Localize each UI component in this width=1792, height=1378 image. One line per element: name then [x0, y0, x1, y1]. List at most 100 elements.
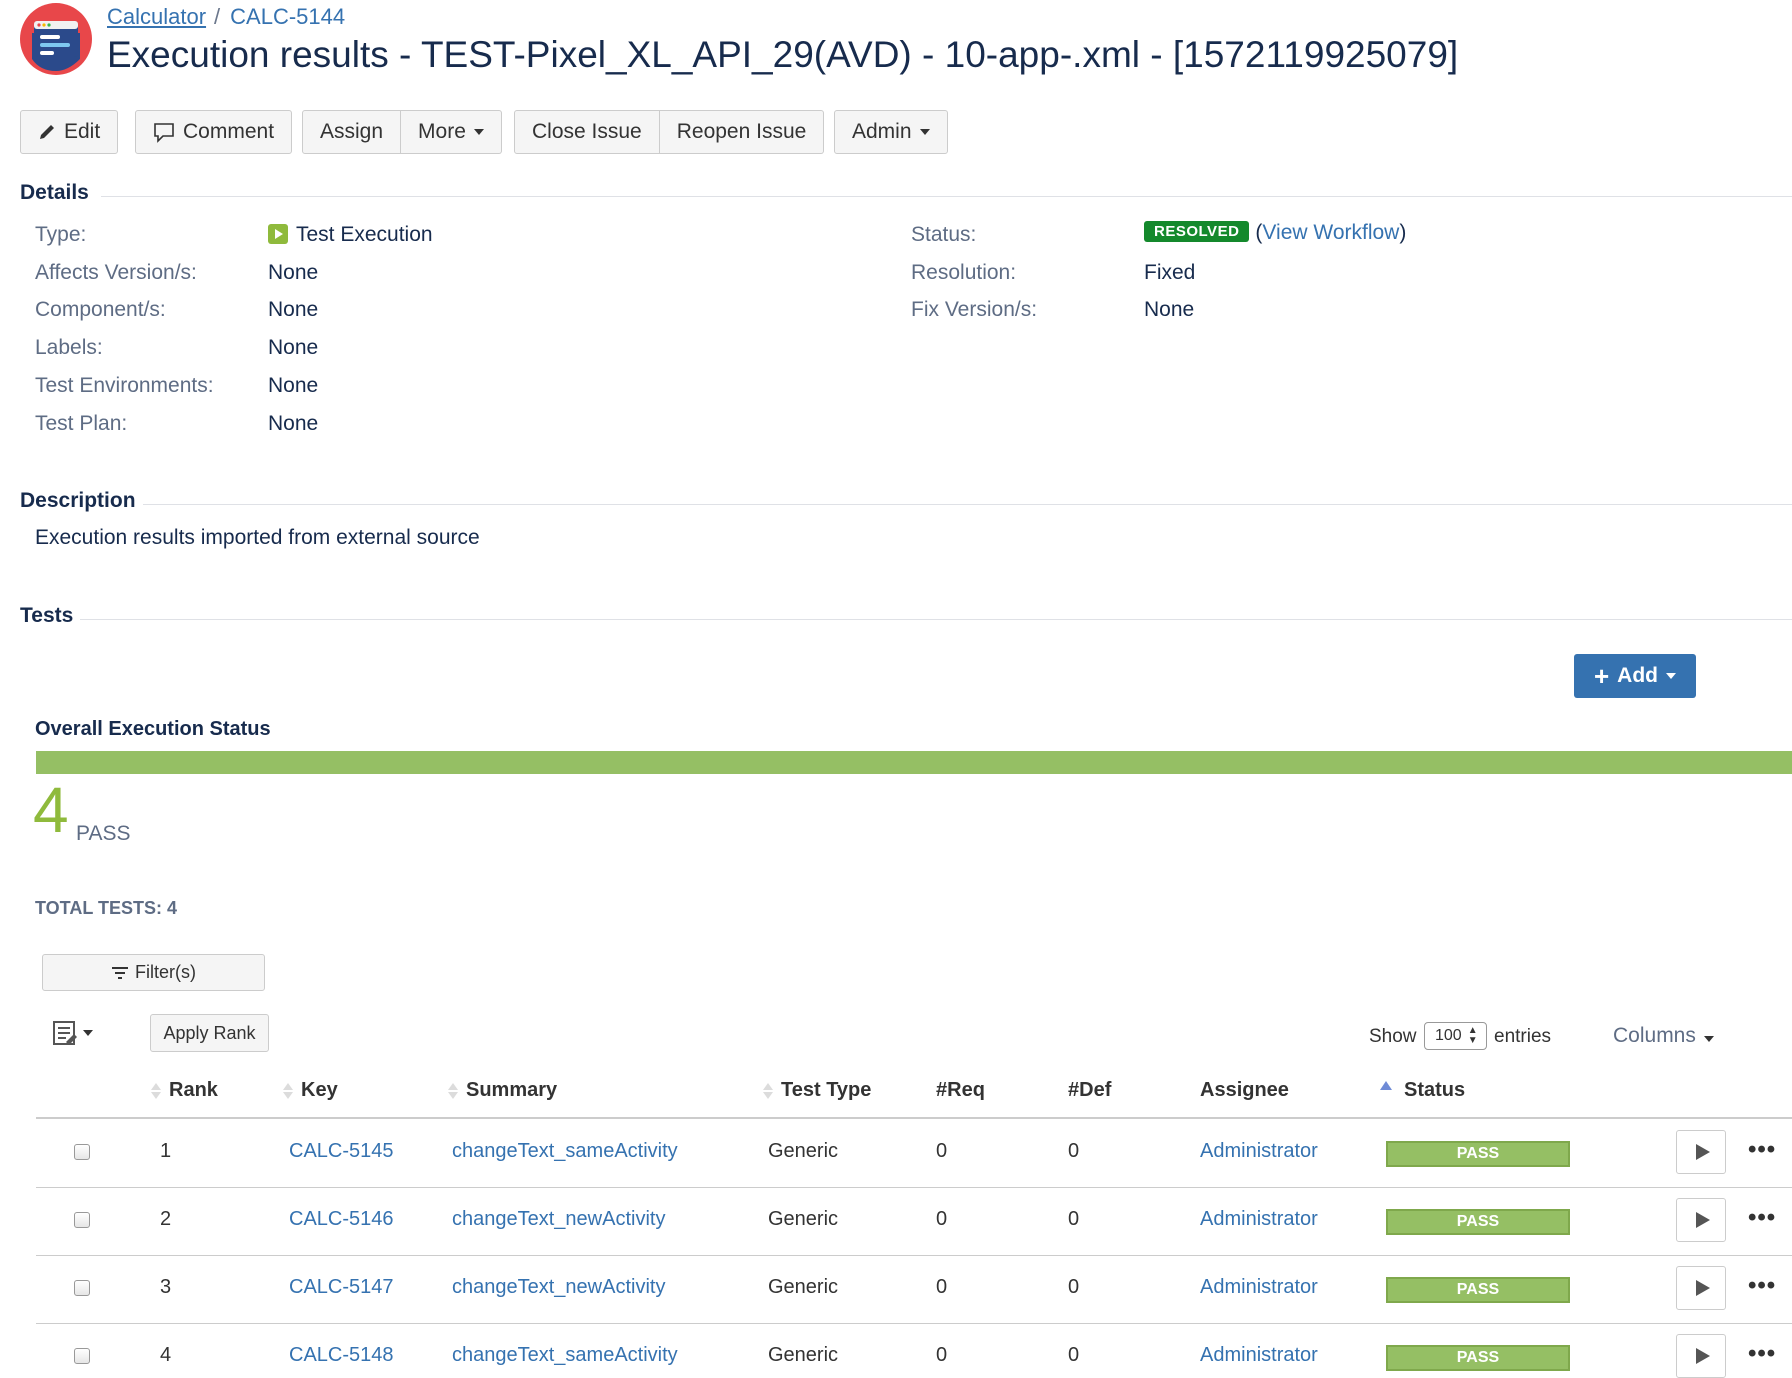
test-environments-label: Test Environments: [35, 374, 214, 397]
row-run-button[interactable] [1676, 1266, 1726, 1310]
row-checkbox[interactable] [74, 1144, 90, 1160]
summary-header-label: Summary [466, 1079, 558, 1101]
show-label: Show [1369, 1026, 1417, 1047]
row-more-actions-icon[interactable]: ••• [1748, 1272, 1776, 1300]
sort-icon [448, 1082, 458, 1099]
workflow-group: Close Issue Reopen Issue [514, 110, 825, 154]
row-test-type: Generic [768, 1276, 839, 1298]
affects-version-label: Affects Version/s: [35, 261, 197, 284]
edit-label: Edit [64, 120, 101, 143]
row-checkbox[interactable] [74, 1280, 90, 1296]
column-header-rank[interactable]: Rank [151, 1079, 218, 1102]
status-label: Status: [911, 223, 977, 246]
row-more-actions-icon[interactable]: ••• [1748, 1340, 1776, 1368]
row-summary-link[interactable]: changeText_newActivity [452, 1208, 665, 1231]
row-run-button[interactable] [1676, 1130, 1726, 1174]
row-summary-link[interactable]: changeText_sameActivity [452, 1140, 678, 1163]
row-key-link[interactable]: CALC-5145 [289, 1140, 394, 1163]
sort-icon [763, 1082, 773, 1099]
row-divider [36, 1323, 1792, 1324]
more-button[interactable]: More [401, 110, 502, 154]
filter-button[interactable]: Filter(s) [42, 954, 265, 991]
plus-icon: + [1593, 660, 1610, 691]
row-status-badge: PASS [1386, 1277, 1570, 1303]
row-rank: 2 [160, 1208, 172, 1230]
column-header-assignee: Assignee [1200, 1079, 1289, 1101]
column-header-test-type[interactable]: Test Type [763, 1079, 871, 1102]
apply-rank-button[interactable]: Apply Rank [150, 1014, 269, 1052]
column-header-key[interactable]: Key [283, 1079, 338, 1102]
chevron-down-icon [1666, 673, 1676, 679]
row-req-count: 0 [936, 1208, 948, 1230]
resolution-label: Resolution: [911, 261, 1017, 284]
edit-button[interactable]: Edit [20, 110, 119, 154]
row-def-count: 0 [1068, 1276, 1080, 1298]
row-rank: 1 [160, 1140, 172, 1162]
row-assignee-link[interactable]: Administrator [1200, 1344, 1318, 1367]
row-def-count: 0 [1068, 1140, 1080, 1162]
row-summary-link[interactable]: changeText_sameActivity [452, 1344, 678, 1367]
rank-header-label: Rank [169, 1079, 218, 1101]
columns-label: Columns [1613, 1024, 1696, 1047]
row-divider [36, 1187, 1792, 1188]
row-checkbox[interactable] [74, 1212, 90, 1228]
overall-status-heading: Overall Execution Status [35, 718, 271, 740]
row-more-actions-icon[interactable]: ••• [1748, 1136, 1776, 1164]
type-value: Test Execution [268, 223, 433, 247]
pencil-icon [40, 125, 54, 139]
column-header-summary[interactable]: Summary [448, 1079, 557, 1102]
page-title: Execution results - TEST-Pixel_XL_API_29… [107, 34, 1459, 75]
row-more-actions-icon[interactable]: ••• [1748, 1204, 1776, 1232]
chevron-down-icon [919, 129, 930, 135]
row-req-count: 0 [936, 1344, 948, 1366]
row-run-button[interactable] [1676, 1334, 1726, 1378]
row-run-button[interactable] [1676, 1198, 1726, 1242]
chevron-down-icon [1703, 1036, 1714, 1042]
components-value: None [268, 298, 319, 321]
column-header-status[interactable]: Status [1380, 1079, 1465, 1102]
admin-group: Admin [834, 110, 948, 154]
view-workflow-link[interactable]: View Workflow [1262, 221, 1399, 244]
table-header-divider [36, 1117, 1792, 1119]
project-avatar[interactable] [20, 3, 92, 75]
type-value-text: Test Execution [296, 223, 433, 246]
assign-button[interactable]: Assign [302, 110, 402, 154]
sort-icon [283, 1082, 293, 1099]
row-assignee-link[interactable]: Administrator [1200, 1208, 1318, 1231]
filter-icon [112, 966, 128, 979]
row-key-link[interactable]: CALC-5146 [289, 1208, 394, 1231]
total-tests: TOTAL TESTS: 4 [35, 898, 178, 918]
entries-select[interactable]: 100 ▲ ▼ [1424, 1022, 1487, 1050]
row-key-link[interactable]: CALC-5147 [289, 1276, 394, 1299]
bulk-actions-menu[interactable] [52, 1018, 96, 1053]
row-key-link[interactable]: CALC-5148 [289, 1344, 394, 1367]
close-issue-button[interactable]: Close Issue [514, 110, 660, 154]
details-heading: Details [20, 181, 89, 204]
row-rank: 4 [160, 1344, 172, 1366]
components-label: Component/s: [35, 298, 166, 321]
breadcrumb-project-link[interactable]: Calculator [107, 4, 206, 29]
pass-count: 4 [33, 774, 69, 846]
admin-button[interactable]: Admin [834, 110, 948, 154]
comment-button[interactable]: Comment [135, 110, 293, 154]
row-status-badge: PASS [1386, 1209, 1570, 1235]
tests-divider [80, 619, 1792, 620]
row-summary-link[interactable]: changeText_newActivity [452, 1276, 665, 1299]
row-assignee-link[interactable]: Administrator [1200, 1276, 1318, 1299]
add-label: Add [1617, 664, 1658, 687]
row-checkbox[interactable] [74, 1348, 90, 1364]
select-arrows-icon: ▲ ▼ [1467, 1025, 1478, 1046]
details-divider [101, 196, 1792, 197]
reopen-issue-button[interactable]: Reopen Issue [659, 110, 825, 154]
columns-button[interactable]: Columns [1613, 1024, 1714, 1048]
sort-icon [151, 1082, 161, 1099]
status-value: RESOLVED (View Workflow) [1144, 221, 1406, 245]
row-req-count: 0 [936, 1276, 948, 1298]
progress-pass-segment [36, 751, 1792, 774]
add-button[interactable]: + Add [1574, 654, 1696, 698]
assign-group: Assign More [302, 110, 502, 154]
column-header-req: #Req [936, 1079, 985, 1101]
tests-heading: Tests [20, 604, 74, 627]
row-assignee-link[interactable]: Administrator [1200, 1140, 1318, 1163]
breadcrumb-parent-link[interactable]: CALC-5144 [230, 4, 345, 29]
